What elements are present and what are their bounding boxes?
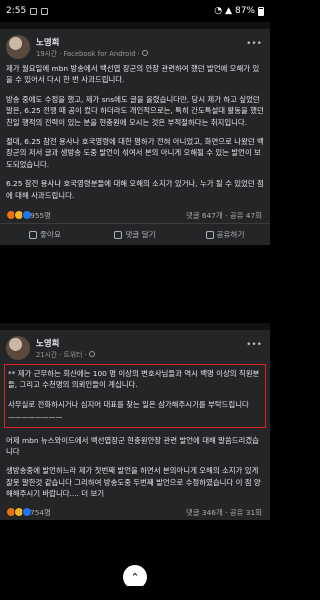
globe-icon	[141, 50, 148, 56]
scroll-top-icon: ⌃	[130, 570, 140, 584]
post-action-bar: 좋아요 댓글 달기 공유하기	[0, 223, 270, 245]
avatar[interactable]	[6, 35, 30, 59]
comment-icon	[114, 230, 123, 239]
reaction-count: 955명	[30, 211, 51, 221]
reaction-summary[interactable]: 754명 댓글 346개 · 공유 31회	[0, 504, 270, 520]
share-icon	[205, 230, 214, 239]
reaction-icons	[6, 506, 32, 517]
highlighted-notice: ** 제가 근무하는 회산에는 100 명 이상의 변호사님들과 역시 백명 이…	[4, 364, 266, 428]
post-meta: 19시간 · Facebook for Android ·	[36, 48, 148, 58]
avatar[interactable]	[6, 336, 30, 360]
comment-button[interactable]: 댓글 달기	[90, 224, 180, 245]
post-meta-text: 19시간 · Facebook for Android ·	[36, 50, 140, 58]
post-meta-text: 21시간 · 트위터 ·	[36, 351, 87, 359]
post-meta: 21시간 · 트위터 ·	[36, 349, 95, 359]
post-author[interactable]: 노영희	[36, 36, 59, 48]
status-bar: 2:55 ◔ ▲ 87%	[0, 0, 270, 22]
like-label: 좋아요	[40, 230, 61, 240]
post-author[interactable]: 노영희	[36, 337, 59, 349]
post-paragraph: 6.25 참전 용사나 호국영령분들에 대해 오해의 소지가 있거나, 누가 될…	[6, 179, 264, 200]
reaction-summary[interactable]: 955명 댓글 647개 · 공유 47회	[0, 207, 270, 223]
notification-icon	[30, 7, 38, 15]
comment-share-stats[interactable]: 댓글 647개 · 공유 47회	[186, 210, 262, 221]
post-paragraph: 어제 mbn 뉴스와이드에서 백선엽장군 현충원안장 관련 발언에 대해 말씀드…	[6, 435, 259, 457]
post-separator-line: ㅡㅡㅡㅡㅡㅡㅡㅡ	[8, 413, 63, 423]
signal-icon: ▲	[225, 6, 232, 16]
battery-icon	[258, 6, 264, 16]
status-time: 2:55	[6, 6, 27, 16]
post-body: 제가 월요일에 mbn 방송에서 백선엽 장군의 안장 관련하여 했던 발언에 …	[0, 63, 270, 201]
post-body: 어제 mbn 뉴스와이드에서 백선엽장군 현충원안장 관련 발언에 대해 말씀드…	[0, 435, 270, 500]
share-label: 공유하기	[216, 230, 245, 240]
more-icon[interactable]: •••	[246, 340, 262, 350]
battery-percent: 87%	[234, 6, 255, 16]
post-card: 노영희 19시간 · Facebook for Android · ••• 제가…	[0, 29, 270, 246]
globe-icon	[88, 351, 95, 357]
feed-divider	[0, 323, 270, 330]
share-button[interactable]: 공유하기	[180, 224, 270, 245]
system-nav-bar	[0, 586, 270, 600]
like-icon	[29, 230, 38, 239]
post-paragraph: ** 제가 근무하는 회산에는 100 명 이상의 변호사님들과 역시 백명 이…	[8, 369, 260, 390]
reaction-icons	[6, 210, 32, 221]
post-paragraph: 방송 중에도 수정을 했고, 제가 sns에도 글을 올렸습니다만, 당시 제가…	[6, 94, 264, 127]
comment-share-stats[interactable]: 댓글 346개 · 공유 31회	[186, 507, 262, 518]
wifi-icon: ◔	[214, 6, 223, 16]
post-paragraph[interactable]: 생방송중에 발언하느라 제가 첫번째 발언을 하면서 본의아니게 오해의 소지가…	[6, 465, 264, 499]
notification-icon	[41, 7, 49, 15]
more-icon[interactable]: •••	[246, 39, 262, 49]
post-paragraph: 절대, 6.25 참전 용사나 호국영령에 대한 폄하가 전혀 아니었고, 화면…	[6, 137, 264, 169]
reaction-count: 754명	[30, 507, 51, 517]
post-paragraph: 제가 월요일에 mbn 방송에서 백선엽 장군의 안장 관련하여 했던 발언에 …	[6, 64, 260, 85]
like-button[interactable]: 좋아요	[0, 224, 90, 245]
comment-label: 댓글 달기	[125, 230, 156, 240]
feed-divider	[0, 22, 270, 29]
post-header: 노영희 21시간 · 트위터 · •••	[0, 330, 270, 364]
post-header: 노영희 19시간 · Facebook for Android · •••	[0, 29, 270, 63]
post-card: 노영희 21시간 · 트위터 · ••• ** 제가 근무하는 회산에는 100…	[0, 330, 270, 520]
post-paragraph: 사무실로 전화하시거나 심지어 대표를 찾는 일은 삼가해주시기를 부탁드립니다	[8, 399, 249, 409]
